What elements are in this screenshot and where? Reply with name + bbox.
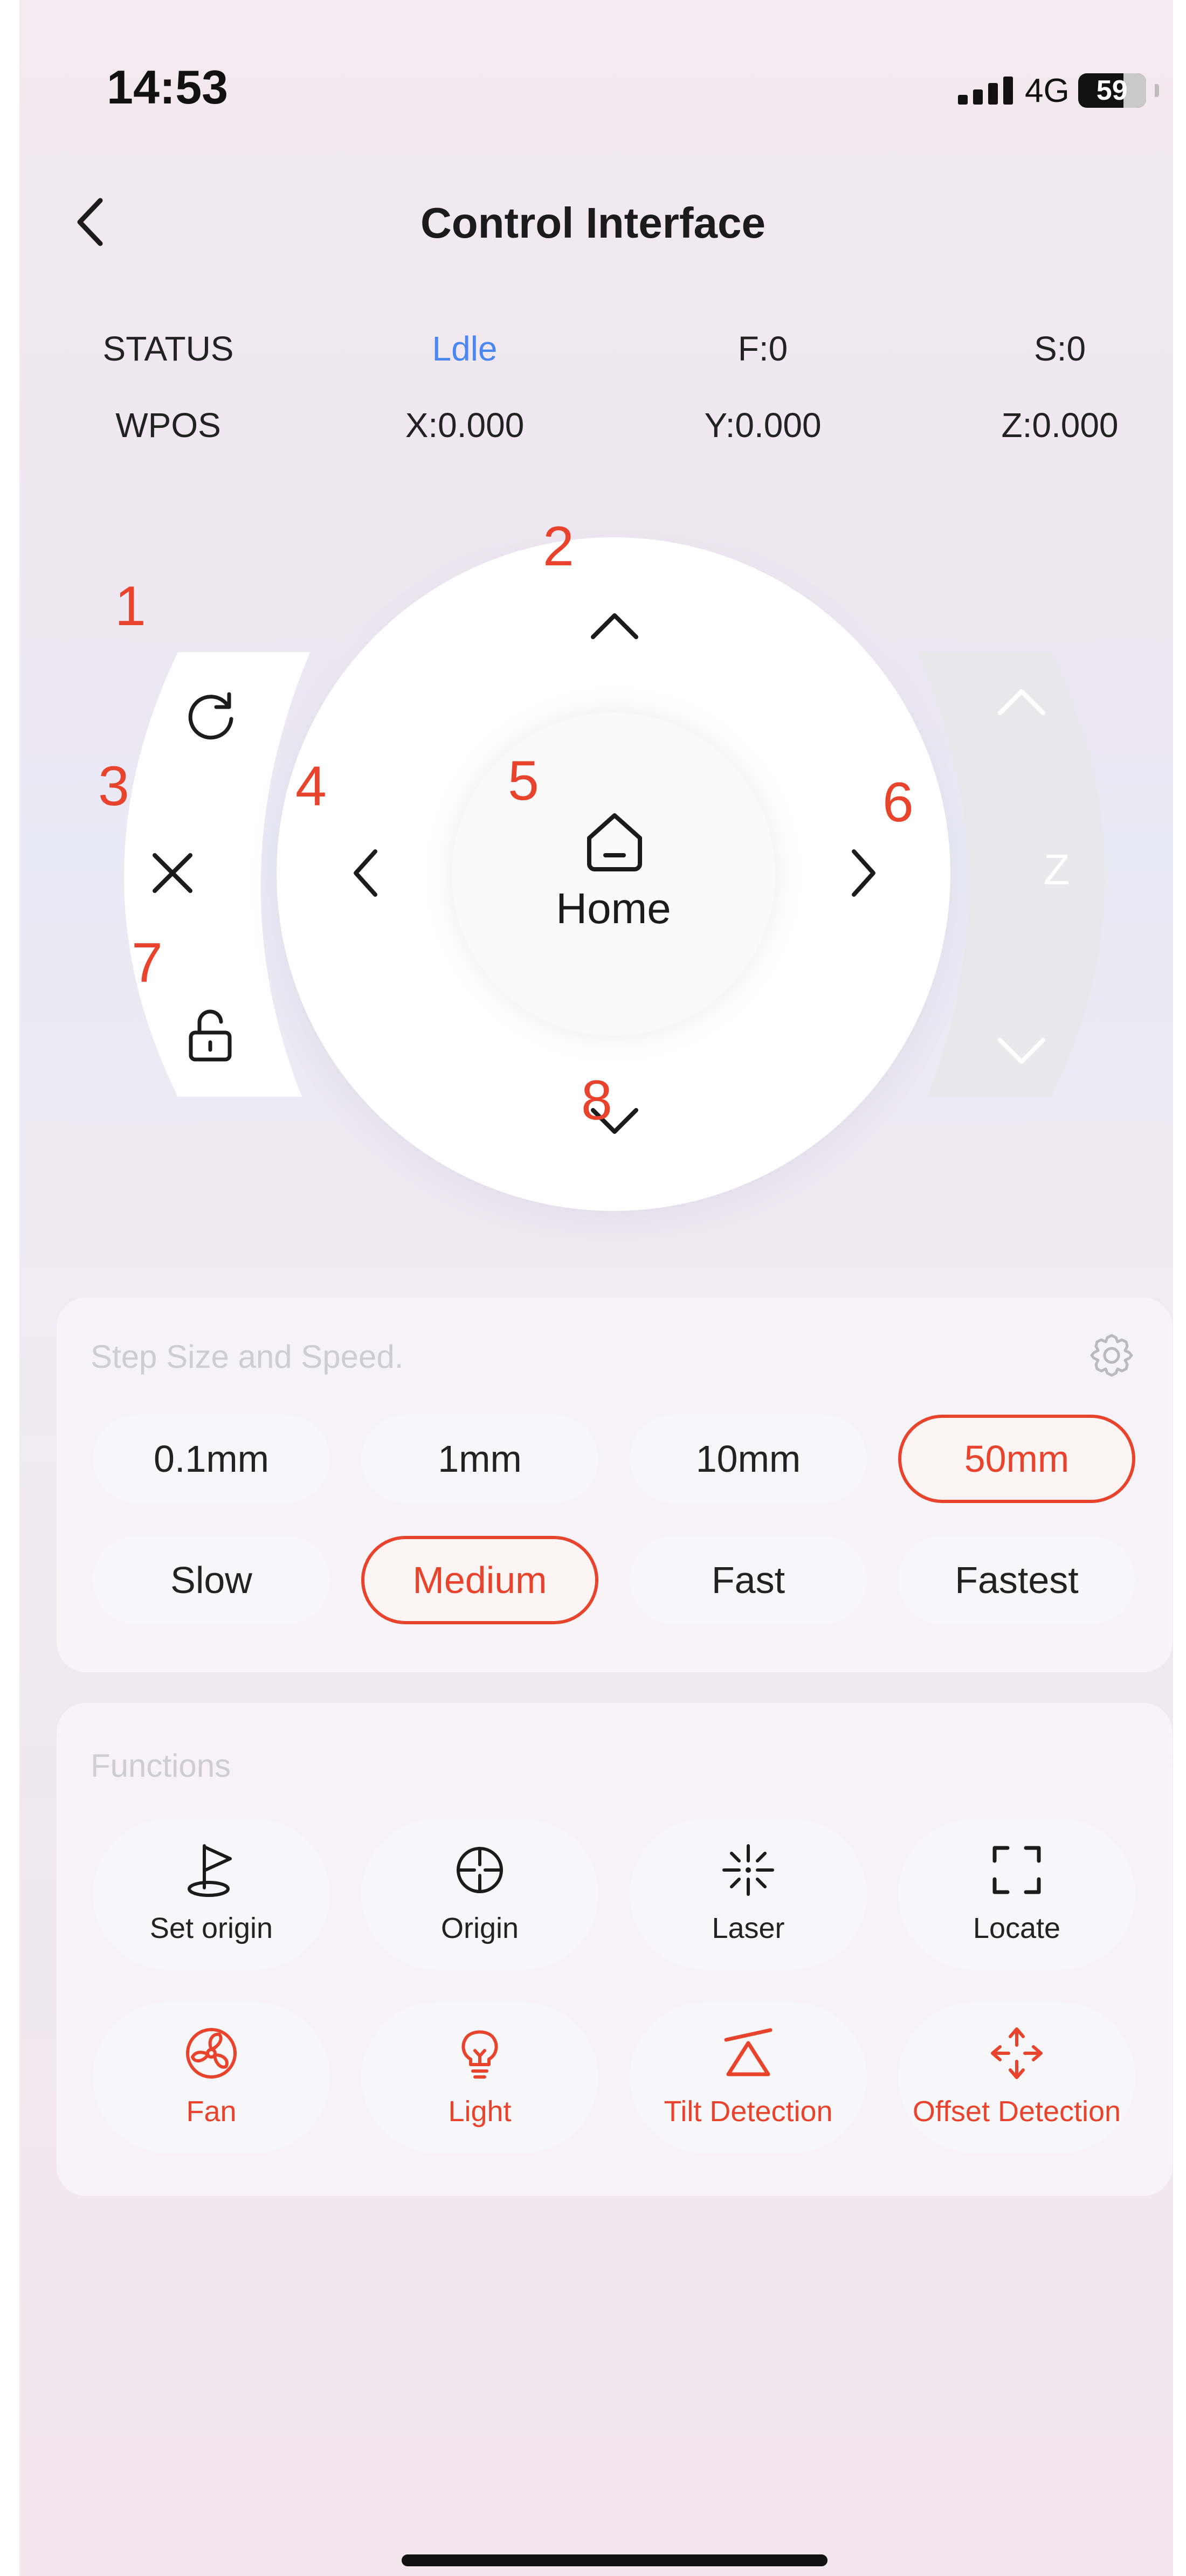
jog-up-icon[interactable] [588, 608, 642, 642]
offset-arrows-icon [991, 2027, 1043, 2079]
speed-slow[interactable]: Slow [93, 1536, 330, 1624]
annotation-2: 2 [543, 515, 574, 578]
light-button[interactable]: Light [361, 2002, 598, 2153]
functions-title: Functions [91, 1748, 231, 1784]
laser-label: Laser [712, 1912, 785, 1944]
speed-fast[interactable]: Fast [630, 1536, 867, 1624]
z-axis-label: Z [1043, 846, 1070, 894]
step-0-1mm[interactable]: 0.1mm [93, 1415, 330, 1503]
z-up-icon[interactable] [995, 683, 1049, 721]
locate-button[interactable]: Locate [898, 1819, 1135, 1970]
fan-icon [186, 2028, 237, 2079]
fan-label: Fan [186, 2095, 237, 2128]
refresh-icon[interactable] [181, 685, 240, 745]
tilt-icon [724, 2028, 773, 2076]
annotation-3: 3 [98, 755, 129, 818]
step-1mm[interactable]: 1mm [361, 1415, 598, 1503]
home-icon [587, 813, 642, 871]
laser-button[interactable]: Laser [630, 1819, 867, 1970]
offset-detection-button[interactable]: Offset Detection [898, 2002, 1135, 2153]
control-interface-screen: 14:53 4G 59 Control Interface STATUS Ldl… [0, 0, 1186, 2576]
flag-origin-icon [188, 1844, 232, 1897]
set-origin-label: Set origin [149, 1912, 273, 1944]
home-indicator [402, 2554, 828, 2566]
speed-medium-selected[interactable]: Medium [361, 1536, 598, 1624]
jog-right-icon[interactable] [846, 846, 881, 900]
annotation-8: 8 [581, 1069, 612, 1132]
annotation-7: 7 [132, 932, 163, 994]
locate-frame-icon [992, 1846, 1041, 1894]
locate-label: Locate [973, 1912, 1061, 1944]
offset-detection-label: Offset Detection [912, 2095, 1121, 2128]
annotation-4: 4 [295, 755, 327, 818]
jog-left-icon[interactable] [348, 846, 383, 900]
unlock-icon[interactable] [183, 1009, 237, 1063]
origin-label: Origin [440, 1912, 519, 1944]
speed-fastest[interactable]: Fastest [898, 1536, 1135, 1624]
home-label: Home [556, 884, 671, 932]
annotation-1: 1 [115, 575, 146, 638]
tilt-detection-label: Tilt Detection [664, 2095, 833, 2128]
bulb-icon [461, 2030, 498, 2079]
z-down-icon[interactable] [995, 1032, 1049, 1070]
fan-button[interactable]: Fan [93, 2002, 330, 2153]
settings-gear-icon[interactable] [1087, 1331, 1136, 1380]
step-10mm[interactable]: 10mm [630, 1415, 867, 1503]
tilt-detection-button[interactable]: Tilt Detection [630, 2002, 867, 2153]
step-50mm-selected[interactable]: 50mm [898, 1415, 1135, 1503]
set-origin-button[interactable]: Set origin [93, 1819, 330, 1970]
annotation-5: 5 [508, 750, 539, 812]
laser-burst-icon [722, 1844, 774, 1896]
crosshair-icon [457, 1847, 503, 1893]
step-speed-title: Step Size and Speed. [91, 1339, 404, 1375]
light-label: Light [448, 2095, 512, 2128]
close-icon[interactable] [148, 849, 197, 897]
origin-button[interactable]: Origin [361, 1819, 598, 1970]
annotation-6: 6 [882, 771, 914, 834]
